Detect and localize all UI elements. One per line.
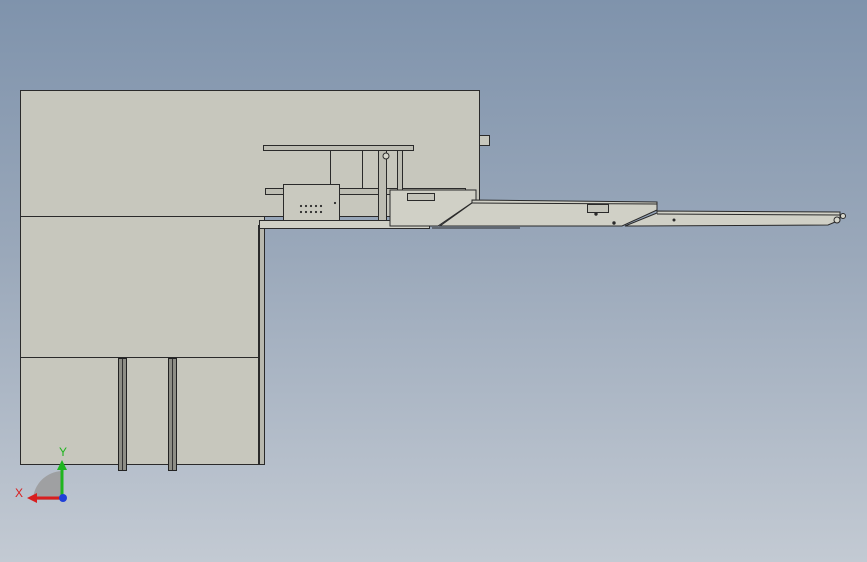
y-axis-label: Y — [59, 445, 67, 459]
x-axis-label: X — [15, 486, 23, 500]
lower-cabinet[interactable] — [20, 216, 265, 465]
z-axis-dot — [59, 494, 67, 502]
conveyor-section-2[interactable] — [438, 199, 658, 227]
conveyor-section-3[interactable] — [624, 210, 846, 227]
machine-side-view-model[interactable]: Y X — [0, 0, 867, 562]
control-box[interactable] — [283, 184, 340, 221]
cad-viewport[interactable]: Y X — [0, 0, 867, 562]
triad-plane-icon — [33, 471, 62, 500]
x-axis-arrowhead — [27, 493, 37, 503]
